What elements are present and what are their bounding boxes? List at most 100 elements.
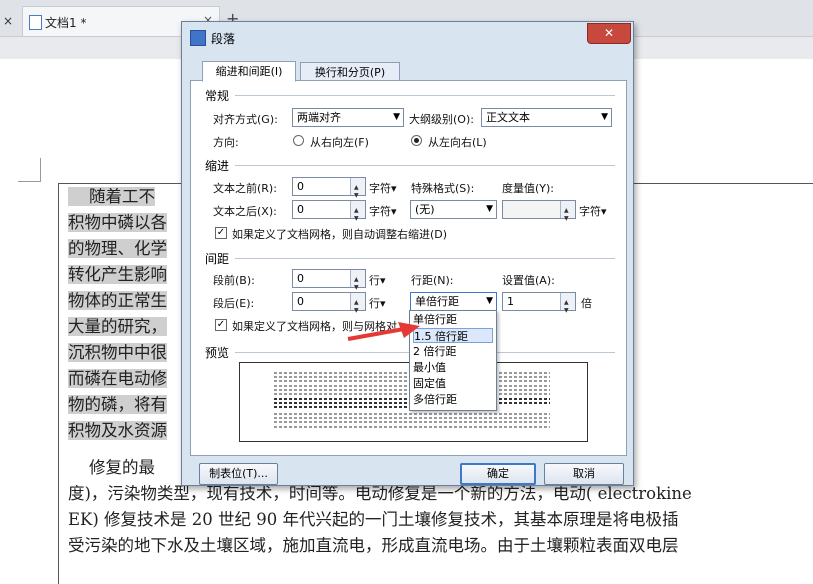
spinner[interactable]: ▲ ▼ (350, 201, 365, 222)
measure-input[interactable]: ▲ ▼ (502, 200, 576, 222)
outline-select[interactable]: 正文文本 ▼ (481, 108, 612, 127)
indent-after-unit[interactable]: 字符▾ (369, 203, 397, 219)
option-one-and-half[interactable]: 1.5 倍行距 (413, 328, 493, 343)
text-segment: 随着工不 (68, 187, 155, 206)
option-multiple[interactable]: 多倍行距 (413, 392, 493, 407)
set-value-label: 设置值(A): (502, 274, 555, 287)
text-line[interactable]: 受污染的地下水及土壤区域，施加直流电，形成直流电场。由于土壤颗粒表面双电层 (68, 534, 679, 558)
indent-after-value: 0 (297, 203, 304, 216)
space-after-input[interactable]: 0 ▲ ▼ (292, 292, 366, 314)
close-icon[interactable]: × (3, 14, 13, 28)
option-double[interactable]: 2 倍行距 (413, 344, 493, 359)
space-before-label: 段前(B): (213, 274, 255, 287)
direction-label: 方向: (213, 136, 239, 149)
spin-down-icon[interactable]: ▼ (354, 210, 359, 227)
space-after-label: 段后(E): (213, 297, 255, 310)
preview-line (274, 417, 550, 419)
set-value-input[interactable]: 1 ▲ ▼ (502, 292, 576, 314)
ltr-label: 从左向右(L) (428, 136, 487, 149)
divider (235, 258, 615, 259)
preview-line (274, 426, 550, 428)
text-line[interactable]: EK) 修复技术是 20 世纪 90 年代兴起的一门土壤修复技术，其基本原理是将… (68, 508, 679, 532)
chevron-down-icon: ▼ (393, 112, 400, 122)
spin-down-icon[interactable]: ▼ (564, 210, 569, 227)
line-spacing-value: 单倍行距 (415, 295, 459, 308)
text-segment: 而磷在电动修 (68, 369, 167, 388)
margin-marker (40, 158, 41, 182)
option-at-least[interactable]: 最小值 (413, 360, 493, 375)
app-icon (190, 30, 206, 46)
space-after-unit[interactable]: 行▾ (369, 295, 386, 311)
align-value: 两端对齐 (297, 111, 341, 124)
text-line[interactable]: 积物及水资源 (68, 419, 167, 443)
dialog-titlebar[interactable]: 段落 ✕ (182, 22, 633, 50)
chevron-down-icon: ▼ (601, 112, 608, 122)
option-exactly[interactable]: 固定值 (413, 376, 493, 391)
section-general: 常规 (205, 89, 230, 103)
chevron-down-icon: ▼ (486, 204, 493, 214)
section-spacing: 间距 (205, 252, 230, 266)
preview-line (274, 421, 550, 423)
rtl-label: 从右向左(F) (310, 136, 369, 149)
spin-down-icon[interactable]: ▼ (354, 302, 359, 319)
spinner[interactable]: ▲ ▼ (350, 293, 365, 314)
cancel-button[interactable]: 取消 (544, 463, 624, 485)
option-single[interactable]: 单倍行距 (413, 312, 493, 327)
section-indent: 缩进 (205, 159, 230, 173)
line-spacing-dropdown: 单倍行距 1.5 倍行距 2 倍行距 最小值 固定值 多倍行距 (409, 310, 497, 411)
spinner[interactable]: ▲ ▼ (350, 178, 365, 199)
text-segment: 转化产生影响 (68, 265, 167, 284)
text-segment: 受污染的地下水及土壤区域，施加直流电，形成直流电场。由于土壤颗粒表面双电层 (68, 536, 679, 555)
indent-before-label: 文本之前(R): (213, 182, 277, 195)
annotation-arrow-icon (347, 322, 420, 341)
text-segment: 沉积物中中很 (68, 343, 167, 362)
space-after-value: 0 (297, 295, 304, 308)
tab-indent-spacing[interactable]: 缩进和间距(I) (202, 61, 296, 82)
spinner[interactable]: ▲ ▼ (560, 293, 575, 314)
indent-after-label: 文本之后(X): (213, 205, 277, 218)
indent-before-value: 0 (297, 180, 304, 193)
document-icon (29, 15, 42, 30)
tab-line-page-breaks[interactable]: 换行和分页(P) (300, 62, 400, 82)
preview-line (274, 406, 424, 408)
ok-button[interactable]: 确定 (460, 463, 536, 485)
preview-line (274, 413, 550, 415)
indent-after-input[interactable]: 0 ▲ ▼ (292, 200, 366, 222)
spin-down-icon[interactable]: ▼ (564, 302, 569, 319)
section-preview: 预览 (205, 346, 230, 360)
text-segment: 修复的最 (68, 458, 155, 477)
align-label: 对齐方式(G): (213, 113, 278, 126)
special-select[interactable]: (无) ▼ (410, 200, 497, 219)
indent-before-unit[interactable]: 字符▾ (369, 180, 397, 196)
close-button[interactable]: ✕ (587, 23, 631, 44)
align-select[interactable]: 两端对齐 ▼ (292, 108, 404, 127)
text-segment: 积物中磷以各 (68, 213, 167, 232)
divider (235, 95, 615, 96)
indent-grid-label: 如果定义了文档网格，则自动调整右缩进(D) (232, 228, 448, 241)
space-before-input[interactable]: 0 ▲ ▼ (292, 269, 366, 291)
indent-grid-checkbox[interactable]: ✓ (215, 227, 227, 239)
measure-unit[interactable]: 字符▾ (579, 203, 607, 219)
set-value-unit: 倍 (581, 297, 592, 310)
text-segment: 物的磷，将有 (68, 395, 167, 414)
tabs-button[interactable]: 制表位(T)... (199, 463, 278, 485)
space-before-unit[interactable]: 行▾ (369, 272, 386, 288)
ltr-radio[interactable] (411, 135, 422, 146)
tab-title: 文档1 * (45, 16, 87, 30)
spinner[interactable]: ▲ ▼ (560, 201, 575, 222)
text-segment: 大量的研究， (68, 317, 167, 336)
dialog-title: 段落 (211, 32, 236, 46)
outline-label: 大纲级别(O): (409, 113, 474, 126)
spinner[interactable]: ▲ ▼ (350, 270, 365, 291)
chevron-down-icon: ▼ (486, 296, 493, 306)
special-label: 特殊格式(S): (411, 182, 475, 195)
line-spacing-label: 行距(N): (411, 274, 454, 287)
measure-label: 度量值(Y): (502, 182, 555, 195)
line-spacing-select[interactable]: 单倍行距 ▼ (410, 292, 497, 311)
space-before-value: 0 (297, 272, 304, 285)
set-value: 1 (507, 295, 514, 308)
indent-before-input[interactable]: 0 ▲ ▼ (292, 177, 366, 199)
spacing-grid-checkbox[interactable]: ✓ (215, 319, 227, 331)
text-segment: EK) 修复技术是 20 世纪 90 年代兴起的一门土壤修复技术，其基本原理是将… (68, 510, 679, 529)
rtl-radio[interactable] (293, 135, 304, 146)
